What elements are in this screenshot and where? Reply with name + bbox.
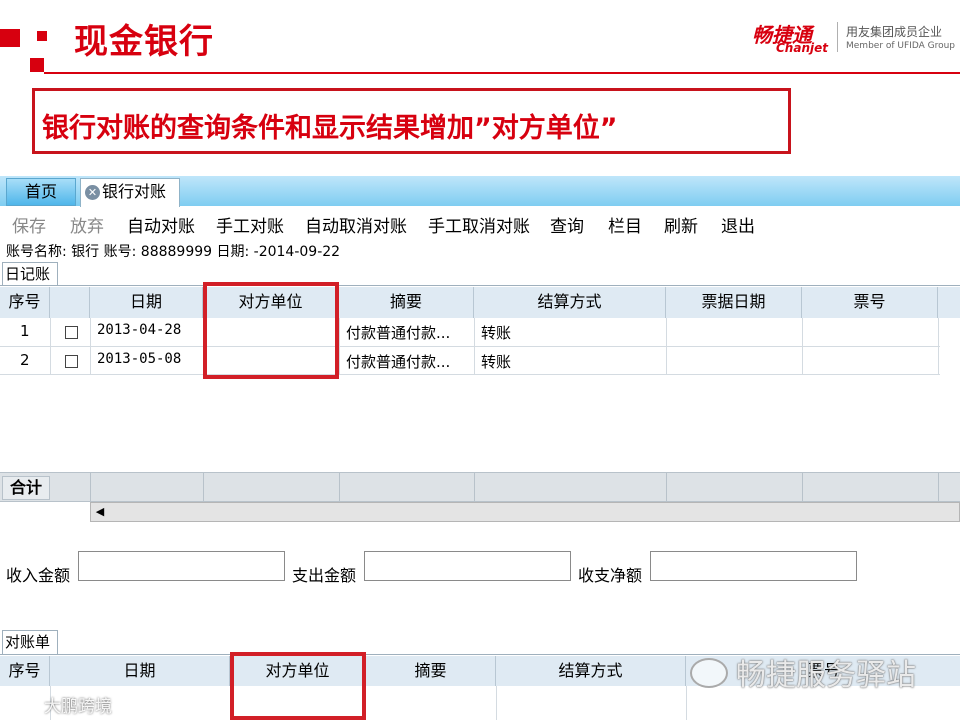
column-header-check[interactable] — [50, 287, 90, 318]
wechat-icon — [690, 658, 728, 688]
red-square-decoration — [0, 29, 20, 47]
grid-line — [474, 473, 475, 501]
column-header-no[interactable]: 序号 — [0, 287, 50, 318]
column-header-bill-date[interactable]: 票据日期 — [666, 287, 802, 318]
stmt-column-header-summary[interactable]: 摘要 — [366, 656, 496, 686]
grid-line — [666, 473, 667, 501]
callout-text: 银行对账的查询条件和显示结果增加”对方单位” — [42, 113, 618, 144]
close-icon[interactable]: ✕ — [85, 185, 100, 200]
grid-border — [0, 285, 960, 286]
query-button[interactable]: 查询 — [550, 212, 584, 237]
manual-reconcile-button[interactable]: 手工对账 — [216, 212, 284, 237]
stmt-column-header-date[interactable]: 日期 — [50, 656, 230, 686]
income-label: 收入金额 — [6, 566, 71, 585]
expense-label: 支出金额 — [292, 566, 357, 585]
corner-watermark: 大鹏跨境 — [44, 697, 112, 717]
grid-line — [90, 473, 91, 501]
net-field[interactable] — [650, 551, 857, 581]
row-2-date: 2013-05-08 — [97, 351, 182, 367]
grid-line — [686, 686, 687, 720]
red-square-decoration — [37, 31, 47, 41]
highlight-box-counterparty — [230, 652, 366, 720]
net-label: 收支净额 — [578, 566, 643, 585]
scroll-left-icon[interactable]: ◀ — [92, 503, 108, 521]
column-header-summary[interactable]: 摘要 — [339, 287, 474, 318]
row-divider — [0, 346, 940, 347]
stmt-column-header-settlement[interactable]: 结算方式 — [496, 656, 686, 686]
row-1-summary: 付款普通付款... — [346, 324, 451, 342]
total-row — [0, 472, 960, 502]
row-2-no: 2 — [20, 351, 30, 369]
column-header-bill-no[interactable]: 票号 — [802, 287, 938, 318]
tab-label: 银行对账 — [102, 182, 167, 201]
auto-reconcile-button[interactable]: 自动对账 — [127, 212, 195, 237]
grid-line — [496, 686, 497, 720]
exit-button[interactable]: 退出 — [721, 212, 755, 237]
auto-cancel-reconcile-button[interactable]: 自动取消对账 — [305, 212, 407, 237]
total-label: 合计 — [2, 476, 50, 500]
manual-cancel-reconcile-button[interactable]: 手工取消对账 — [428, 212, 530, 237]
row-1-method: 转账 — [481, 324, 512, 342]
expense-field[interactable] — [364, 551, 571, 581]
grid-line — [203, 473, 204, 501]
logo-divider — [837, 22, 838, 52]
brand-logo-en: Chanjet — [776, 41, 828, 55]
brand-tagline-en: Member of UFIDA Group — [846, 41, 956, 51]
discard-button[interactable]: 放弃 — [70, 212, 104, 237]
account-info: 账号名称: 银行 账号: 88889999 日期: -2014-09-22 — [6, 244, 341, 260]
grid-line — [938, 473, 939, 501]
save-button[interactable]: 保存 — [12, 212, 46, 237]
brand-tagline-cn: 用友集团成员企业 — [846, 25, 943, 39]
tab-home[interactable]: 首页 — [6, 178, 76, 206]
row-divider — [0, 374, 940, 375]
tab-bank-reconciliation[interactable]: ✕ 银行对账 — [80, 178, 180, 207]
highlight-box-counterparty — [203, 282, 339, 379]
row-2-method: 转账 — [481, 353, 512, 371]
row-2-checkbox[interactable] — [65, 355, 78, 368]
tab-daybook[interactable]: 日记账 — [2, 262, 58, 285]
income-field[interactable] — [78, 551, 285, 581]
slide-title: 现金银行 — [74, 22, 214, 62]
grid-line — [802, 473, 803, 501]
horizontal-scrollbar[interactable] — [90, 502, 960, 522]
stmt-column-header-no[interactable]: 序号 — [0, 656, 50, 686]
columns-button[interactable]: 栏目 — [608, 212, 642, 237]
row-1-no: 1 — [20, 322, 30, 340]
column-header-extra — [938, 287, 960, 318]
refresh-button[interactable]: 刷新 — [664, 212, 698, 237]
red-square-decoration — [30, 58, 44, 72]
row-2-summary: 付款普通付款... — [346, 353, 451, 371]
watermark-text: 畅捷服务驿站 — [736, 658, 916, 693]
row-1-checkbox[interactable] — [65, 326, 78, 339]
grid-line — [339, 473, 340, 501]
tab-statement[interactable]: 对账单 — [2, 630, 58, 654]
row-1-date: 2013-04-28 — [97, 322, 182, 338]
column-header-date[interactable]: 日期 — [90, 287, 203, 318]
header-divider — [44, 72, 960, 74]
column-header-settlement[interactable]: 结算方式 — [474, 287, 666, 318]
